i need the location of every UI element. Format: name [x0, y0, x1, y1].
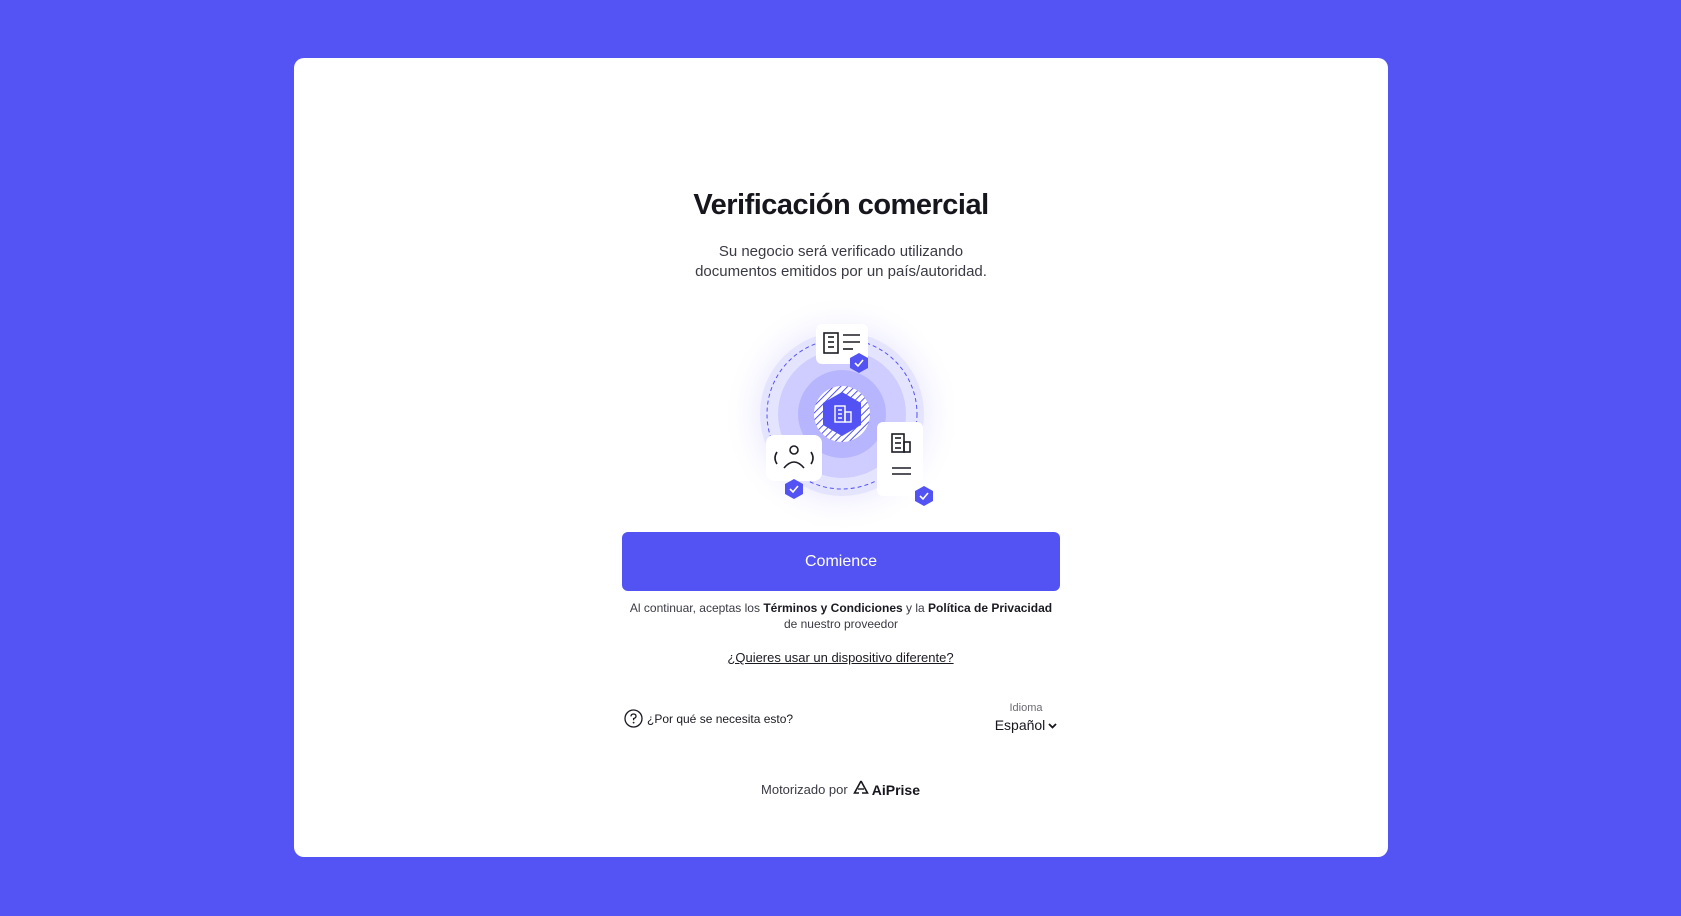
terms-middle: y la: [902, 601, 929, 615]
privacy-link[interactable]: Política de Privacidad: [928, 601, 1052, 615]
page-title: Verificación comercial: [693, 189, 989, 221]
chevron-down-icon: [1048, 715, 1057, 735]
different-device-link[interactable]: ¿Quieres usar un dispositivo diferente?: [0, 650, 1681, 665]
terms-suffix: de nuestro proveedor: [783, 617, 899, 631]
start-button[interactable]: Comience: [622, 532, 1060, 591]
business-verification-illustration: [714, 272, 970, 534]
language-selector[interactable]: Idioma Español: [990, 701, 1062, 735]
why-needed-link[interactable]: ¿Por qué se necesita esto?: [624, 709, 793, 728]
powered-by-label: Motorizado por: [761, 782, 848, 797]
verification-card: Verificación comercial Su negocio será v…: [294, 58, 1388, 857]
why-needed-label: ¿Por qué se necesita esto?: [647, 711, 794, 726]
brand-name: AiPrise: [871, 781, 920, 798]
aiprise-logo-icon: [852, 780, 869, 799]
language-dropdown[interactable]: Español: [995, 715, 1058, 735]
terms-prefix: Al continuar, aceptas los: [629, 601, 764, 615]
brand-logo: AiPrise: [852, 780, 920, 799]
terms-notice: Al continuar, aceptas los Términos y Con…: [622, 600, 1060, 632]
powered-by: Motorizado por AiPrise: [0, 780, 1681, 799]
illustration-graphic: [722, 294, 962, 534]
subtitle-line-1: Su negocio será verificado utilizando: [718, 243, 964, 260]
language-value: Español: [994, 717, 1046, 733]
language-label: Idioma: [1009, 702, 1043, 714]
terms-link[interactable]: Términos y Condiciones: [763, 601, 902, 615]
question-circle-icon: [624, 709, 643, 728]
